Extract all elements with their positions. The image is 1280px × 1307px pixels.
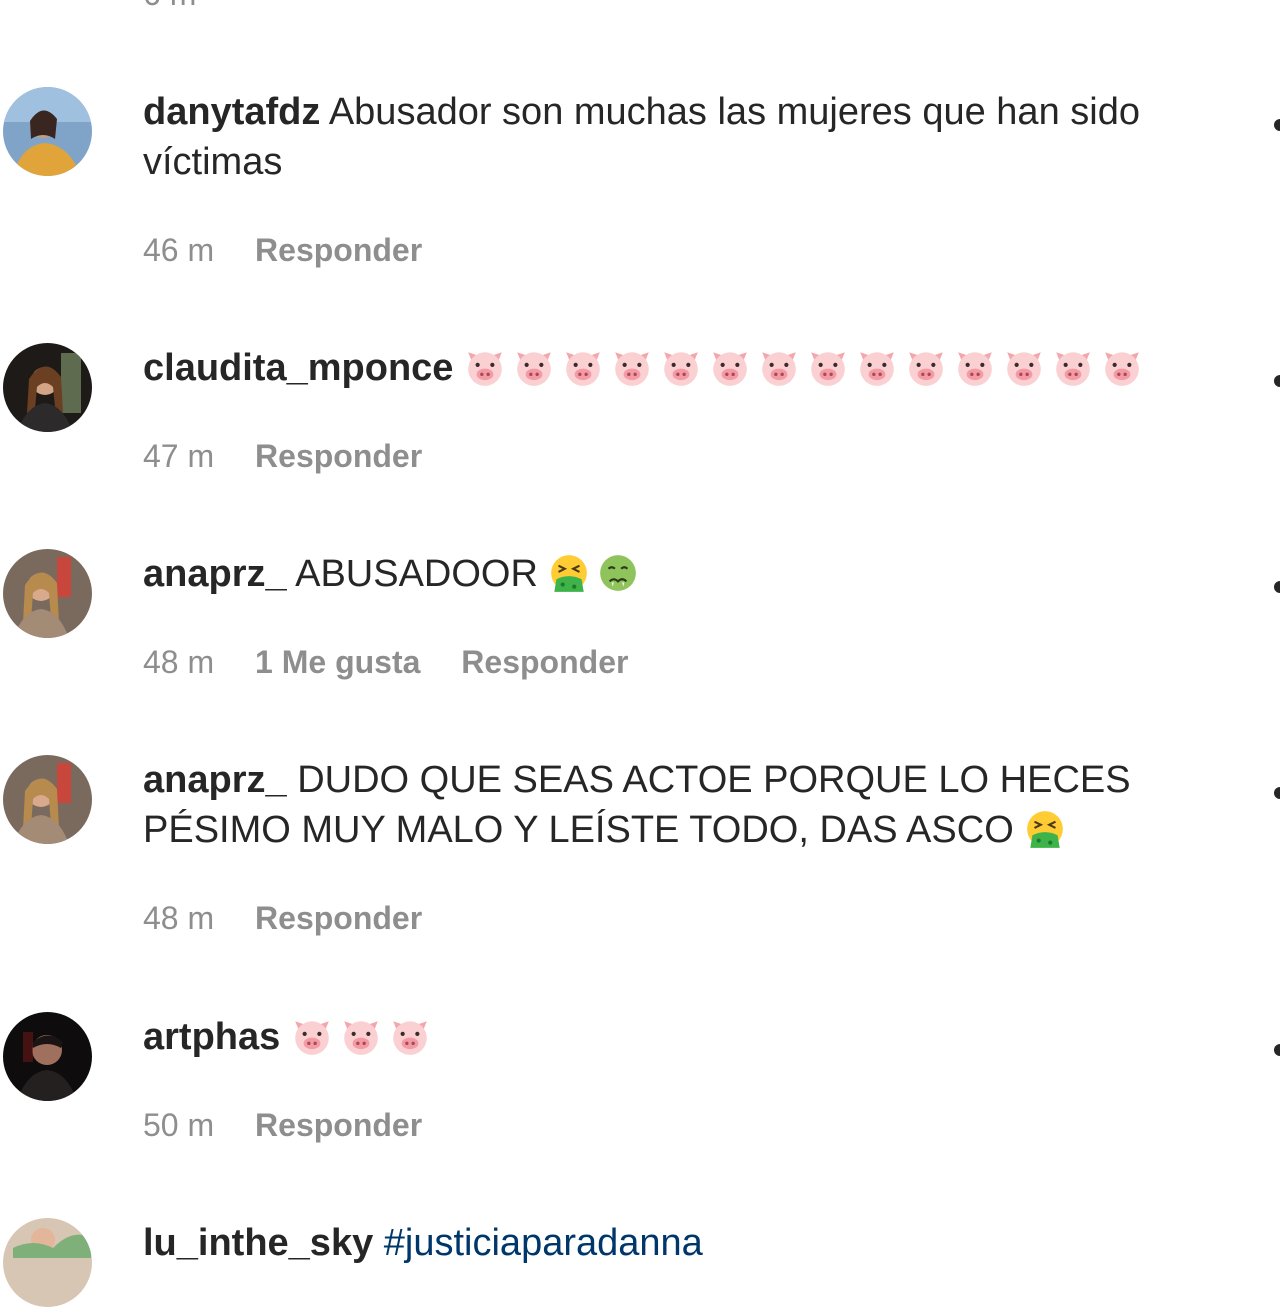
comment-text: artphas	[143, 1012, 1223, 1062]
comment-text: danytafdz Abusador son muchas las mujere…	[143, 87, 1223, 187]
reply-button[interactable]: Responder	[255, 1107, 422, 1143]
comment-meta: 47 m Responder	[143, 438, 454, 475]
comment-text: anaprz_ DUDO QUE SEAS ACTOE PORQUE LO HE…	[143, 755, 1223, 855]
heart-icon[interactable]	[1274, 119, 1280, 131]
reply-button[interactable]: Responder	[255, 232, 422, 268]
emoji-row	[464, 347, 1150, 389]
comment-meta: 46 m Responder	[143, 232, 454, 269]
avatar[interactable]	[3, 1012, 92, 1101]
comment-time: 48 m	[143, 900, 215, 936]
pig-face-icon	[909, 352, 943, 386]
username[interactable]: lu_inthe_sky	[143, 1222, 373, 1264]
avatar[interactable]	[3, 549, 92, 638]
username[interactable]: anaprz_	[143, 553, 287, 595]
comment-text: anaprz_ ABUSADOOR	[143, 549, 1223, 599]
pig-face-icon	[615, 352, 649, 386]
avatar[interactable]	[3, 87, 92, 176]
comment-time: 50 m	[143, 1107, 215, 1143]
emoji-row	[291, 1016, 438, 1058]
partial-time-top: 6 m	[143, 0, 196, 13]
heart-icon[interactable]	[1274, 787, 1280, 799]
username[interactable]: anaprz_	[143, 759, 287, 801]
pig-face-icon	[664, 352, 698, 386]
vomiting-face-icon	[551, 555, 588, 592]
pig-face-icon	[811, 352, 845, 386]
vomiting-face-icon	[1027, 811, 1064, 848]
pig-face-icon	[1056, 352, 1090, 386]
comment-meta: 48 m Responder	[143, 900, 454, 937]
pig-face-icon	[344, 1021, 378, 1055]
reply-button[interactable]: Responder	[255, 900, 422, 936]
avatar[interactable]	[3, 755, 92, 844]
comment-meta: 50 m Responder	[143, 1107, 454, 1144]
nauseated-face-icon	[600, 555, 637, 591]
pig-face-icon	[860, 352, 894, 386]
emoji-row	[548, 553, 646, 595]
comment-body: ABUSADOOR	[295, 553, 538, 595]
username[interactable]: artphas	[143, 1016, 280, 1058]
username[interactable]: danytafdz	[143, 91, 320, 133]
emoji-row	[1024, 809, 1073, 851]
reply-button[interactable]: Responder	[461, 644, 628, 680]
comment-meta: 48 m 1 Me gusta Responder	[143, 644, 660, 681]
likes-count[interactable]: 1 Me gusta	[255, 644, 420, 680]
comment-time: 46 m	[143, 232, 215, 268]
reply-button[interactable]: Responder	[255, 438, 422, 474]
pig-face-icon	[295, 1021, 329, 1055]
pig-face-icon	[393, 1021, 427, 1055]
pig-face-icon	[762, 352, 796, 386]
heart-icon[interactable]	[1274, 1044, 1280, 1056]
comment-time: 47 m	[143, 438, 215, 474]
heart-icon[interactable]	[1274, 375, 1280, 387]
comment-text: lu_inthe_sky #justiciaparadanna	[143, 1218, 1223, 1268]
username[interactable]: claudita_mponce	[143, 347, 453, 389]
avatar[interactable]	[3, 343, 92, 432]
hashtag-link[interactable]: #justiciaparadanna	[384, 1222, 703, 1264]
comment-text: claudita_mponce	[143, 343, 1223, 393]
pig-face-icon	[566, 352, 600, 386]
comment-body: DUDO QUE SEAS ACTOE PORQUE LO HECES PÉSI…	[143, 759, 1131, 851]
avatar[interactable]	[3, 1218, 92, 1307]
comment-time: 48 m	[143, 644, 215, 680]
pig-face-icon	[468, 352, 502, 386]
pig-face-icon	[958, 352, 992, 386]
heart-icon[interactable]	[1274, 581, 1280, 593]
pig-face-icon	[517, 352, 551, 386]
pig-face-icon	[1007, 352, 1041, 386]
pig-face-icon	[1105, 352, 1139, 386]
pig-face-icon	[713, 352, 747, 386]
